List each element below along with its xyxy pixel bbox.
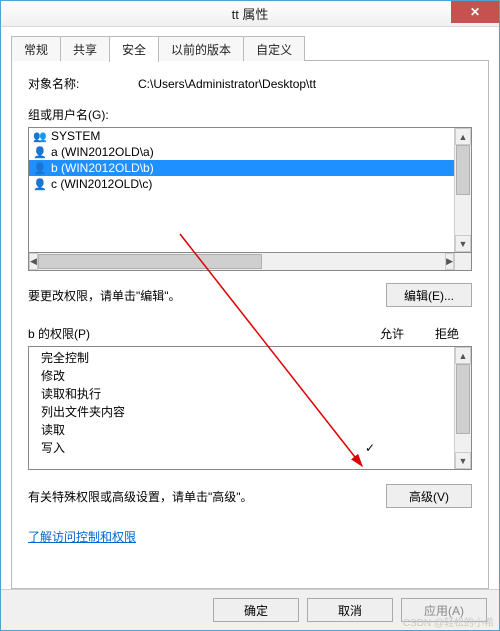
deny-cell — [400, 403, 450, 421]
list-item-label: a (WIN2012OLD\a) — [51, 145, 154, 159]
vertical-scrollbar[interactable]: ▲ ▼ — [454, 347, 471, 469]
list-item[interactable]: 👤 a (WIN2012OLD\a) — [29, 144, 454, 160]
list-item-label: c (WIN2012OLD\c) — [51, 177, 152, 191]
scroll-left-icon[interactable]: ◀ — [29, 253, 38, 270]
edit-hint: 要更改权限，请单击"编辑"。 — [28, 287, 386, 304]
vertical-scrollbar[interactable]: ▲ ▼ — [454, 128, 471, 252]
list-item[interactable]: 👤 c (WIN2012OLD\c) — [29, 176, 454, 192]
scroll-down-icon[interactable]: ▼ — [455, 452, 471, 469]
allow-cell: ✓ — [340, 439, 400, 457]
scroll-up-icon[interactable]: ▲ — [455, 347, 471, 364]
dialog-footer: 确定 取消 应用(A) — [1, 589, 499, 630]
deny-cell — [400, 439, 450, 457]
user-icon: 👤 — [33, 177, 47, 191]
deny-column-header: 拒绝 — [422, 325, 472, 342]
scroll-right-icon[interactable]: ▶ — [445, 253, 454, 270]
advanced-button[interactable]: 高级(V) — [386, 484, 472, 508]
deny-cell — [400, 421, 450, 439]
advanced-hint: 有关特殊权限或高级设置，请单击"高级"。 — [28, 488, 386, 505]
tab-security[interactable]: 安全 — [109, 36, 159, 62]
tab-customize[interactable]: 自定义 — [243, 36, 305, 62]
scroll-thumb[interactable] — [456, 364, 470, 434]
tab-bar: 常规 共享 安全 以前的版本 自定义 — [1, 27, 499, 61]
horizontal-scrollbar[interactable]: ◀ ▶ — [28, 253, 472, 271]
object-name-label: 对象名称: — [28, 75, 138, 92]
groups-listbox[interactable]: 👥 SYSTEM 👤 a (WIN2012OLD\a) 👤 b (WIN2012… — [28, 127, 472, 253]
permission-row[interactable]: 列出文件夹内容 — [29, 403, 454, 421]
properties-dialog: tt 属性 ✕ 常规 共享 安全 以前的版本 自定义 对象名称: C:\User… — [0, 0, 500, 631]
permission-name: 修改 — [41, 367, 340, 385]
permissions-header: b 的权限(P) 允许 拒绝 — [28, 325, 472, 342]
permissions-listbox[interactable]: 完全控制修改读取和执行列出文件夹内容读取写入✓ ▲ ▼ — [28, 346, 472, 470]
learn-more-link[interactable]: 了解访问控制和权限 — [28, 528, 136, 545]
permission-name: 列出文件夹内容 — [41, 403, 340, 421]
edit-button[interactable]: 编辑(E)... — [386, 283, 472, 307]
object-name-row: 对象名称: C:\Users\Administrator\Desktop\tt — [28, 75, 472, 92]
permission-row[interactable]: 完全控制 — [29, 349, 454, 367]
permission-name: 读取 — [41, 421, 340, 439]
ok-button[interactable]: 确定 — [213, 598, 299, 622]
list-item[interactable]: 👥 SYSTEM — [29, 128, 454, 144]
close-button[interactable]: ✕ — [451, 1, 499, 23]
scroll-down-icon[interactable]: ▼ — [455, 235, 471, 252]
object-name-value: C:\Users\Administrator\Desktop\tt — [138, 77, 472, 91]
tab-sharing[interactable]: 共享 — [60, 36, 110, 62]
cancel-button[interactable]: 取消 — [307, 598, 393, 622]
list-item[interactable]: 👤 b (WIN2012OLD\b) — [29, 160, 454, 176]
tab-content-security: 对象名称: C:\Users\Administrator\Desktop\tt … — [11, 61, 489, 589]
apply-button[interactable]: 应用(A) — [401, 598, 487, 622]
titlebar: tt 属性 ✕ — [1, 1, 499, 27]
allow-cell — [340, 385, 400, 403]
scroll-thumb[interactable] — [38, 254, 262, 269]
allow-cell — [340, 349, 400, 367]
permission-name: 写入 — [41, 439, 340, 457]
tab-general[interactable]: 常规 — [11, 36, 61, 62]
deny-cell — [400, 385, 450, 403]
scroll-up-icon[interactable]: ▲ — [455, 128, 471, 145]
deny-cell — [400, 367, 450, 385]
allow-cell — [340, 403, 400, 421]
groups-label: 组或用户名(G): — [28, 106, 472, 123]
tab-previous-versions[interactable]: 以前的版本 — [158, 36, 244, 62]
close-icon: ✕ — [470, 5, 480, 19]
window-title: tt 属性 — [1, 4, 499, 23]
permissions-title: b 的权限(P) — [28, 325, 362, 342]
scroll-thumb[interactable] — [456, 145, 470, 195]
permission-name: 读取和执行 — [41, 385, 340, 403]
permission-name: 完全控制 — [41, 349, 340, 367]
permission-row[interactable]: 修改 — [29, 367, 454, 385]
system-icon: 👥 — [33, 129, 47, 143]
allow-cell — [340, 367, 400, 385]
allow-cell — [340, 421, 400, 439]
list-item-label: SYSTEM — [51, 129, 100, 143]
list-item-label: b (WIN2012OLD\b) — [51, 161, 154, 175]
user-icon: 👤 — [33, 145, 47, 159]
user-icon: 👤 — [33, 161, 47, 175]
permission-row[interactable]: 读取和执行 — [29, 385, 454, 403]
permission-row[interactable]: 读取 — [29, 421, 454, 439]
deny-cell — [400, 349, 450, 367]
permission-row[interactable]: 写入✓ — [29, 439, 454, 457]
allow-column-header: 允许 — [362, 325, 422, 342]
